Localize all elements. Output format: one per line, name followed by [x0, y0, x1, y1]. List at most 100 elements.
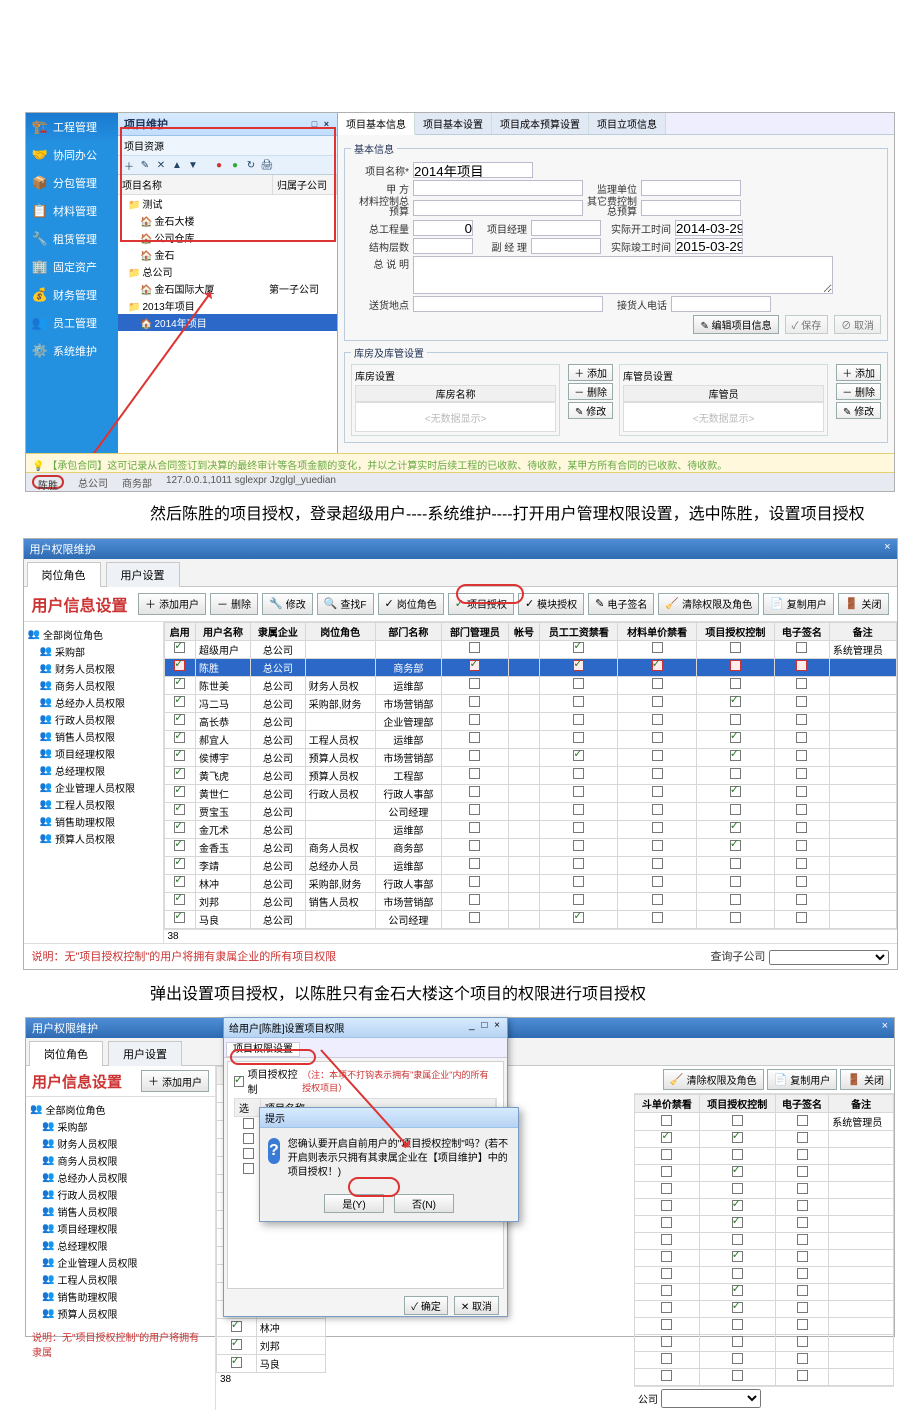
user-row[interactable]: 黄飞虎总公司 预算人员权工程部: [164, 766, 896, 784]
checkbox[interactable]: [730, 786, 741, 797]
checkbox[interactable]: [174, 912, 185, 923]
checkbox[interactable]: [732, 1302, 743, 1313]
close-button[interactable]: 🚪关闭: [838, 593, 889, 615]
checkbox[interactable]: [732, 1285, 743, 1296]
checkbox[interactable]: [796, 696, 807, 707]
checkbox[interactable]: [797, 1234, 808, 1245]
tree-collapse-icon[interactable]: ●: [212, 158, 226, 172]
wh-del-1[interactable]: － 删除: [568, 383, 613, 400]
checkbox[interactable]: [797, 1183, 808, 1194]
checkbox[interactable]: [243, 1118, 254, 1129]
msg-yes-button[interactable]: 是(Y): [324, 1194, 384, 1213]
checkbox[interactable]: [797, 1336, 808, 1347]
role-tree-item[interactable]: 👥采购部: [28, 643, 159, 660]
role-tree-item[interactable]: 👥财务人员权限: [30, 1135, 211, 1152]
user-row[interactable]: 马良总公司 公司经理: [164, 910, 896, 928]
proj-name-input[interactable]: [413, 162, 533, 178]
checkbox[interactable]: [174, 786, 185, 797]
checkbox[interactable]: [573, 912, 584, 923]
checkbox[interactable]: [469, 660, 480, 671]
desc-textarea[interactable]: [413, 256, 833, 294]
checkbox[interactable]: [796, 876, 807, 887]
checkbox[interactable]: [652, 876, 663, 887]
user-grid[interactable]: 启用用户名称隶属企业岗位角色部门名称部门管理员帐号员工工资禁看材料单价禁看项目授…: [164, 622, 897, 929]
dlg-window-controls[interactable]: _ □ ×: [469, 1020, 502, 1035]
tree-refresh-icon[interactable]: ↻: [244, 158, 258, 172]
checkbox[interactable]: [796, 660, 807, 671]
role-tree-item[interactable]: 👥总经办人员权限: [28, 694, 159, 711]
checkbox[interactable]: [797, 1149, 808, 1160]
checkbox[interactable]: [652, 840, 663, 851]
checkbox[interactable]: [174, 642, 185, 653]
checkbox[interactable]: [652, 678, 663, 689]
checkbox[interactable]: [732, 1370, 743, 1381]
checkbox[interactable]: [469, 714, 480, 725]
user-row[interactable]: 陈世美总公司 财务人员权运维部: [164, 676, 896, 694]
checkbox[interactable]: [652, 642, 663, 653]
checkbox[interactable]: [732, 1166, 743, 1177]
checkbox[interactable]: [174, 732, 185, 743]
project-auth-button[interactable]: ✓项目授权: [448, 593, 514, 615]
checkbox[interactable]: [730, 678, 741, 689]
role-tree-item[interactable]: 👥行政人员权限: [28, 711, 159, 728]
user-row[interactable]: 金香玉总公司 商务人员权商务部: [164, 838, 896, 856]
checkbox[interactable]: [730, 714, 741, 725]
checkbox[interactable]: [796, 912, 807, 923]
role-tree[interactable]: 👥全部岗位角色👥采购部👥财务人员权限👥商务人员权限👥总经办人员权限👥行政人员权限…: [24, 622, 164, 943]
sidebar-item-2[interactable]: 📦分包管理: [26, 169, 118, 197]
user-row[interactable]: 林冲: [217, 1319, 326, 1337]
checkbox[interactable]: [796, 642, 807, 653]
checkbox[interactable]: [652, 894, 663, 905]
role-tree-item[interactable]: 👥商务人员权限: [30, 1152, 211, 1169]
checkbox[interactable]: [797, 1200, 808, 1211]
checkbox[interactable]: [573, 768, 584, 779]
user-row[interactable]: 陈胜总公司 商务部: [164, 658, 896, 676]
checkbox[interactable]: [732, 1319, 743, 1330]
checkbox[interactable]: [573, 786, 584, 797]
checkbox[interactable]: [730, 750, 741, 761]
checkbox[interactable]: [469, 786, 480, 797]
checkbox[interactable]: [469, 840, 480, 851]
checkbox[interactable]: [730, 660, 741, 671]
pm-input[interactable]: [531, 220, 601, 236]
s3-tab-role[interactable]: 岗位角色: [29, 1041, 103, 1066]
grid-header[interactable]: 用户名称: [196, 622, 251, 640]
checkbox[interactable]: [730, 732, 741, 743]
checkbox[interactable]: [174, 894, 185, 905]
tree-row[interactable]: 金石大楼: [118, 212, 337, 229]
tree-row[interactable]: 2013年项目: [118, 297, 337, 314]
sidebar-item-8[interactable]: ⚙️系统维护: [26, 337, 118, 365]
tab-basic-settings[interactable]: 项目基本设置: [415, 113, 492, 134]
user-row[interactable]: 高长恭总公司 企业管理部: [164, 712, 896, 730]
wh-mod-2[interactable]: ✎ 修改: [836, 402, 881, 419]
checkbox[interactable]: [661, 1132, 672, 1143]
checkbox[interactable]: [174, 660, 185, 671]
checkbox[interactable]: [661, 1336, 672, 1347]
user-row[interactable]: 金兀术总公司 运维部: [164, 820, 896, 838]
tree-down-icon[interactable]: ▼: [186, 158, 200, 172]
role-tree-item[interactable]: 👥销售助理权限: [30, 1288, 211, 1305]
checkbox[interactable]: [573, 732, 584, 743]
checkbox[interactable]: [652, 768, 663, 779]
s3-back-close-icon[interactable]: ×: [882, 1020, 888, 1036]
checkbox[interactable]: [174, 876, 185, 887]
checkbox[interactable]: [661, 1302, 672, 1313]
checkbox[interactable]: [573, 894, 584, 905]
checkbox[interactable]: [174, 822, 185, 833]
tree-expand-icon[interactable]: ●: [228, 158, 242, 172]
user-row[interactable]: 郝宜人总公司 工程人员权运维部: [164, 730, 896, 748]
checkbox[interactable]: [469, 678, 480, 689]
end-input[interactable]: [675, 238, 743, 254]
checkbox[interactable]: [661, 1217, 672, 1228]
checkbox[interactable]: [661, 1370, 672, 1381]
role-tree-item[interactable]: 👥工程人员权限: [28, 796, 159, 813]
checkbox[interactable]: [174, 714, 185, 725]
find-button[interactable]: 🔍查找F: [317, 593, 374, 615]
checkbox[interactable]: [469, 894, 480, 905]
vice-input[interactable]: [531, 238, 601, 254]
role-tree-item[interactable]: 👥商务人员权限: [28, 677, 159, 694]
s3-tab-user[interactable]: 用户设置: [108, 1041, 182, 1066]
checkbox[interactable]: [573, 642, 584, 653]
checkbox[interactable]: [661, 1234, 672, 1245]
dlg-ok-button[interactable]: ✓ 确定: [404, 1296, 448, 1315]
